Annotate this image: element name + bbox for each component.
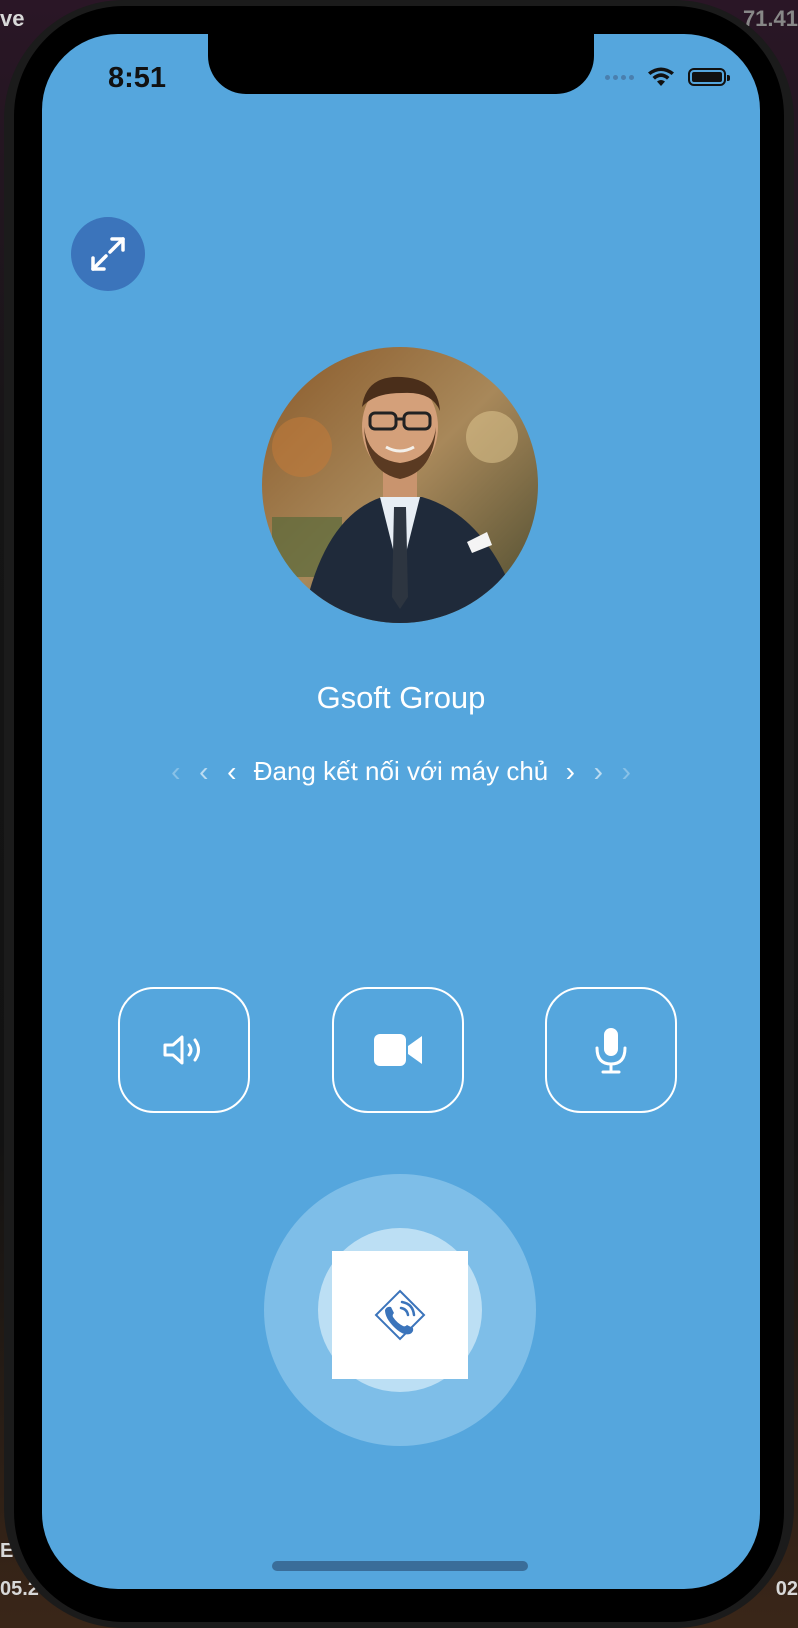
caller-name: Gsoft Group [316,680,486,715]
microphone-button[interactable] [545,987,677,1113]
connection-status: ‹ ‹ ‹ Đang kết nối với máy chủ › › › [42,756,760,787]
desktop-text: ve [0,6,25,31]
home-indicator[interactable] [272,1561,528,1571]
call-controls [118,987,684,1115]
video-camera-icon [374,1034,422,1066]
microphone-icon [595,1028,627,1074]
desktop-text: 02 [775,1578,798,1600]
chevron-right-icon: › [565,755,575,787]
minimize-button[interactable] [71,217,145,291]
chevron-left-icon: ‹ [171,755,181,787]
chevron-left-icon: ‹ [199,755,209,787]
notch [208,34,594,94]
phone-ringing-icon [374,1289,426,1341]
expand-arrows-icon [91,237,125,271]
accept-call-button[interactable] [332,1251,468,1379]
caller-avatar [262,347,538,623]
chevron-right-icon: › [621,755,631,787]
battery-icon [688,68,730,86]
video-button[interactable] [332,987,464,1113]
chevron-right-icon: › [593,755,603,787]
status-text: Đang kết nối với máy chủ [253,756,549,786]
speaker-button[interactable] [118,987,250,1113]
avatar-photo [262,347,538,623]
status-time: 8:51 [108,62,167,94]
chevron-left-icon: ‹ [227,755,237,787]
status-icons [605,66,730,88]
call-screen: 8:51 Gsoft Group ‹ ‹ ‹ Đang kết nối với … [42,34,760,1589]
wifi-icon [648,67,674,86]
speaker-icon [163,1035,200,1065]
cellular-icon [605,74,634,80]
